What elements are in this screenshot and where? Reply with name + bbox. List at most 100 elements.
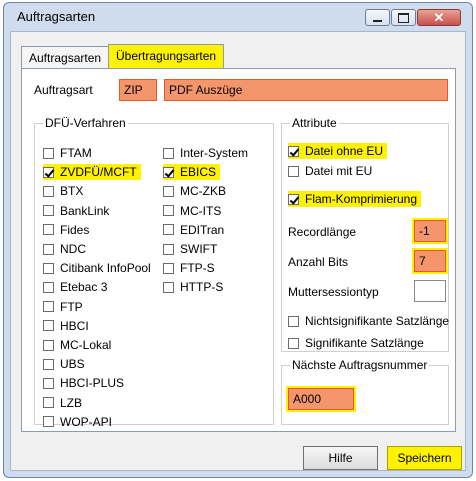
anzahl-bits-field[interactable]: 7 <box>414 250 446 272</box>
checkbox-ftp[interactable]: FTP <box>43 299 83 315</box>
checkbox-mc-its[interactable]: MC-ITS <box>163 203 221 219</box>
naechste-auftragsnummer-field[interactable]: A000 <box>288 388 354 410</box>
checkbox-citibank-infopool[interactable]: Citibank InfoPool <box>43 260 151 276</box>
checkbox-label: Nichtsignifikante Satzlänge <box>305 314 450 328</box>
checkbox-label: FTP <box>60 299 83 314</box>
checkbox-ndc[interactable]: NDC <box>43 241 86 257</box>
checkbox-icon <box>288 165 299 177</box>
recordlaenge-field[interactable]: -1 <box>414 220 446 242</box>
checkbox-icon <box>163 281 174 293</box>
tab-uebertragungsarten[interactable]: Übertragungsarten <box>108 44 225 68</box>
checkbox-icon <box>43 416 54 428</box>
checkbox-icon <box>43 397 54 409</box>
checkbox-icon <box>163 262 174 274</box>
checkbox-icon <box>43 301 54 313</box>
checkbox-checked-icon <box>288 145 299 157</box>
checkbox-icon <box>43 147 54 159</box>
auftragsart-label: Auftragsart <box>34 83 93 97</box>
checkbox-fides[interactable]: Fides <box>43 222 89 238</box>
checkbox-icon <box>163 243 174 255</box>
checkbox-icon <box>163 205 174 217</box>
minimize-button[interactable] <box>365 9 390 26</box>
checkbox-btx[interactable]: BTX <box>43 183 83 199</box>
checkbox-datei-mit-eu[interactable]: Datei mit EU <box>288 163 372 179</box>
checkbox-ubs[interactable]: UBS <box>43 356 85 372</box>
checkbox-label: HTTP-S <box>180 280 224 295</box>
checkbox-label: Signifikante Satzlänge <box>305 336 424 350</box>
checkbox-icon <box>288 337 299 349</box>
checkbox-label: MC-Lokal <box>60 338 112 352</box>
maximize-icon <box>398 12 409 23</box>
checkbox-icon <box>43 358 54 370</box>
checkbox-etebac-3[interactable]: Etebac 3 <box>43 279 107 295</box>
muttersessiontyp-field[interactable] <box>414 280 446 302</box>
checkbox-datei-ohne-eu[interactable]: Datei ohne EU <box>288 143 388 159</box>
checkbox-label: HBCI <box>60 318 89 333</box>
hilfe-button[interactable]: Hilfe <box>303 446 378 470</box>
checkbox-mc-zkb[interactable]: MC-ZKB <box>163 183 226 199</box>
checkbox-inter-system[interactable]: Inter-System <box>163 145 248 161</box>
checkbox-label: UBS <box>60 357 85 372</box>
checkbox-ebics[interactable]: EBICS <box>163 164 221 181</box>
dialog-client: Auftragsarten Übertragungsarten Auftrags… <box>10 31 466 471</box>
checkbox-wop-api[interactable]: WOP-API <box>43 414 112 430</box>
checkbox-icon <box>43 281 54 293</box>
maximize-button[interactable] <box>391 9 416 26</box>
checkbox-label: Inter-System <box>180 146 249 160</box>
checkbox-icon <box>163 224 174 236</box>
checkbox-lzb[interactable]: LZB <box>43 395 82 411</box>
title-bar[interactable]: Auftragsarten ✕ <box>4 3 472 29</box>
auftragsart-description-field[interactable]: PDF Auszüge <box>164 79 448 101</box>
checkbox-label: FTAM <box>60 146 92 160</box>
checkbox-mc-lokal[interactable]: MC-Lokal <box>43 337 111 353</box>
close-button[interactable]: ✕ <box>417 9 461 26</box>
checkbox-icon <box>43 243 54 255</box>
attribute-title: Attribute <box>290 116 339 130</box>
checkbox-checked-icon <box>43 166 54 178</box>
checkbox-icon <box>43 185 54 197</box>
checkbox-label: ZVDFÜ/MCFT <box>60 165 137 180</box>
checkbox-label: SWIFT <box>180 242 218 256</box>
auftragsart-code-field[interactable]: ZIP <box>119 79 157 101</box>
checkbox-signifikante-satzlaenge[interactable]: Signifikante Satzlänge <box>288 335 424 351</box>
checkbox-label: BTX <box>60 184 84 199</box>
checkbox-label: BankLink <box>60 203 110 218</box>
checkbox-zvdf-mcft[interactable]: ZVDFÜ/MCFT <box>43 164 141 181</box>
close-icon: ✕ <box>433 9 445 25</box>
checkbox-label: MC-ITS <box>180 203 222 218</box>
checkbox-flam-komprimierung[interactable]: Flam-Komprimierung <box>288 191 422 207</box>
checkbox-ftp-s[interactable]: FTP-S <box>163 260 215 276</box>
checkbox-icon <box>163 147 174 159</box>
checkbox-http-s[interactable]: HTTP-S <box>163 279 223 295</box>
dialog-window: Auftragsarten ✕ Auftragsarten Übertragun… <box>3 2 473 478</box>
checkbox-editran[interactable]: EDITran <box>163 222 224 238</box>
checkbox-label: HBCI-PLUS <box>60 376 125 391</box>
checkbox-icon <box>43 205 54 217</box>
checkbox-swift[interactable]: SWIFT <box>163 241 217 257</box>
checkbox-icon <box>43 377 54 389</box>
checkbox-icon <box>163 185 174 197</box>
naechste-auftragsnummer-group: Nächste Auftragsnummer A000 <box>281 358 449 425</box>
checkbox-icon <box>43 262 54 274</box>
checkbox-label: Etebac 3 <box>60 280 108 295</box>
dfue-verfahren-group: DFÜ-Verfahren FTAM ZVDFÜ/MCFT BTX BankLink F… <box>34 116 274 429</box>
checkbox-checked-icon <box>288 193 299 205</box>
checkbox-checked-icon <box>163 166 174 178</box>
naechste-auftragsnummer-title: Nächste Auftragsnummer <box>290 358 430 372</box>
checkbox-nichtsignifikante-satzlaenge[interactable]: Nichtsignifikante Satzlänge <box>288 313 449 329</box>
checkbox-label: WOP-API <box>60 414 113 429</box>
speichern-button[interactable]: Speichern <box>387 446 462 470</box>
checkbox-banklink[interactable]: BankLink <box>43 203 109 219</box>
tab-panel: Auftragsart ZIP PDF Auszüge DFÜ-Verfahre… <box>21 68 456 432</box>
checkbox-icon <box>43 224 54 236</box>
checkbox-ftam[interactable]: FTAM <box>43 145 92 161</box>
checkbox-label: LZB <box>60 395 83 410</box>
checkbox-hbci-plus[interactable]: HBCI-PLUS <box>43 375 124 391</box>
muttersessiontyp-label: Muttersessiontyp <box>288 285 379 299</box>
checkbox-icon <box>43 339 54 351</box>
checkbox-label: FTP-S <box>180 261 215 276</box>
checkbox-label: Flam-Komprimierung <box>305 192 418 206</box>
tab-auftragsarten[interactable]: Auftragsarten <box>21 46 110 68</box>
anzahl-bits-label: Anzahl Bits <box>288 255 349 269</box>
checkbox-hbci[interactable]: HBCI <box>43 318 89 334</box>
